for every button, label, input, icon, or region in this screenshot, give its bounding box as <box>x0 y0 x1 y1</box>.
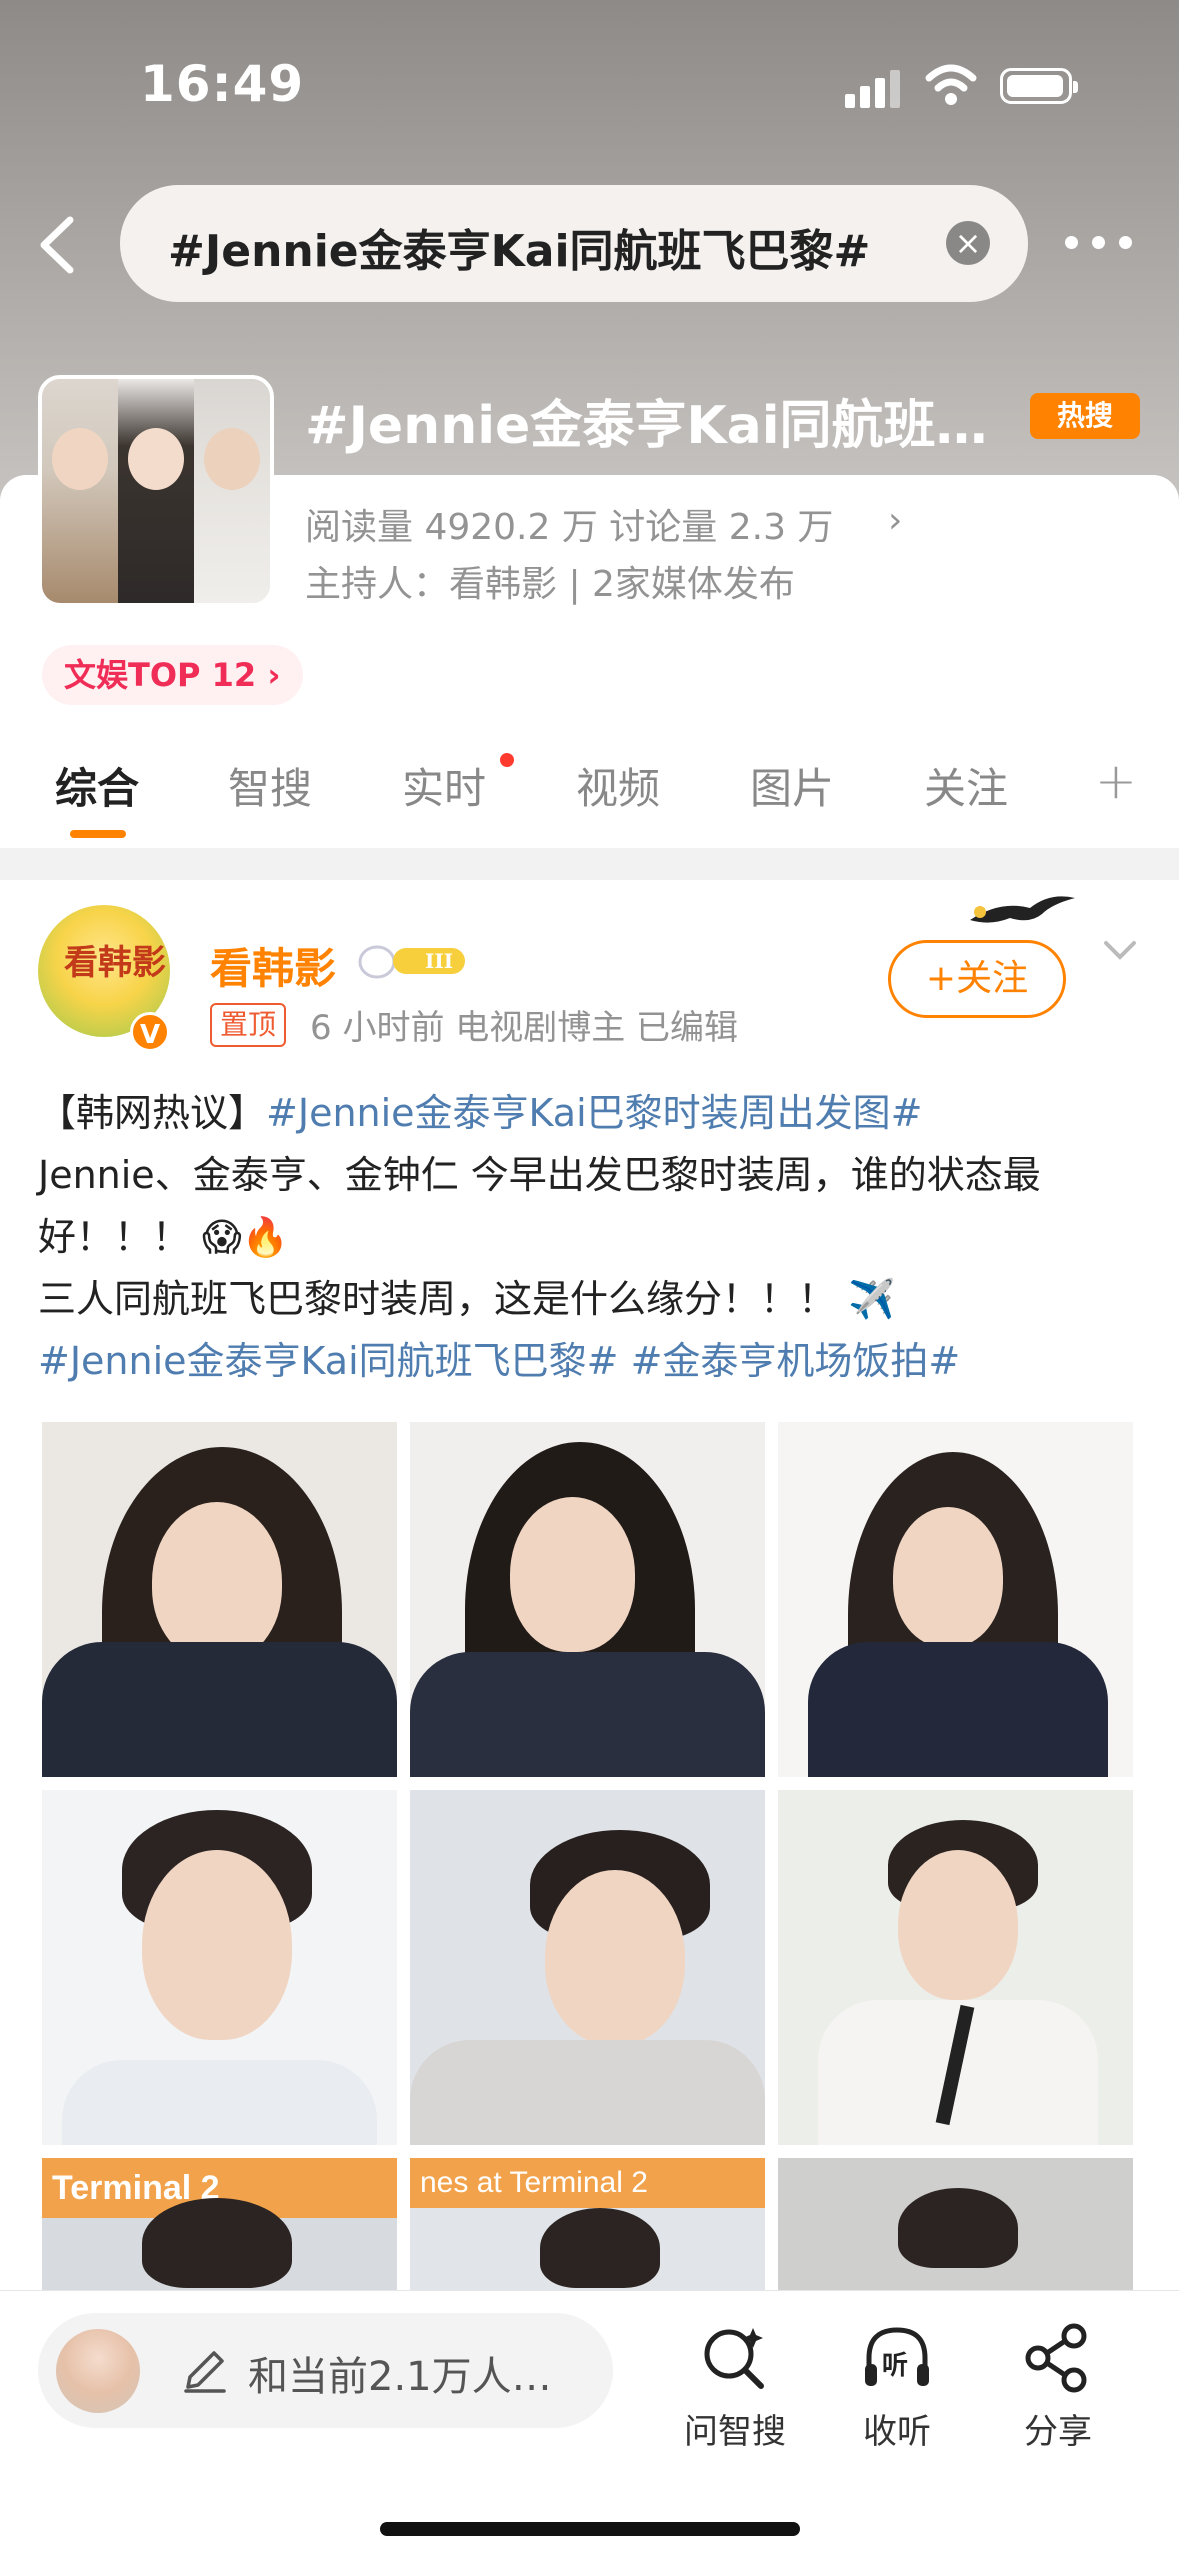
post-line-4: #Jennie金泰亨Kai同航班飞巴黎# #金泰亨机场饭拍# <box>38 1330 1148 1392</box>
cellular-signal-icon <box>845 68 905 108</box>
post-meta: 6 小时前 电视剧博主 已编辑 <box>310 1008 739 1048</box>
share-label: 分享 <box>1024 2412 1092 2452</box>
hot-search-badge[interactable]: 热搜 <box>1030 393 1140 439</box>
tab-realtime[interactable]: 实时 <box>402 755 486 816</box>
post-photo[interactable] <box>410 1422 765 1777</box>
listen-button[interactable]: 听 收听 <box>832 2318 962 2453</box>
clear-search-button[interactable]: × <box>946 221 990 265</box>
post-author-name[interactable]: 看韩影 <box>210 935 336 996</box>
pencil-icon <box>184 2351 226 2393</box>
post-photo[interactable] <box>410 1790 765 2145</box>
search-input[interactable]: #Jennie金泰亨Kai同航班飞巴黎# × <box>120 185 1028 302</box>
tab-overall[interactable]: 综合 <box>55 755 139 816</box>
post-photo[interactable] <box>42 1422 397 1777</box>
share-icon <box>1025 2323 1087 2393</box>
search-query: #Jennie金泰亨Kai同航班飞巴黎# <box>168 226 871 277</box>
post-photo[interactable] <box>42 1790 397 2145</box>
post-prefix: 【韩网热议】 <box>38 1091 267 1135</box>
photo-caption: nes at Terminal 2 <box>410 2158 765 2208</box>
back-arrow-icon[interactable] <box>30 210 90 280</box>
avatar-text: 看韩影 <box>64 943 166 983</box>
status-bar: 16:49 <box>0 0 1179 170</box>
swallow-decoration-icon <box>970 896 1075 923</box>
headphones-icon: 听 <box>865 2327 929 2386</box>
battery-icon <box>1000 68 1078 104</box>
post-line-1: 【韩网热议】#Jennie金泰亨Kai巴黎时装周出发图# <box>38 1082 1148 1144</box>
post-photo[interactable] <box>778 1790 1133 2145</box>
active-tab-indicator <box>70 830 126 838</box>
listen-label: 收听 <box>863 2412 931 2452</box>
post-line-3: 三人同航班飞巴黎时装周，这是什么缘分！！！ ✈️ <box>38 1277 896 1321</box>
smart-search-icon <box>704 2328 764 2389</box>
tab-video[interactable]: 视频 <box>576 755 660 816</box>
wifi-icon <box>925 64 977 105</box>
hot-search-label: 热搜 <box>1056 399 1113 432</box>
share-button[interactable]: 分享 <box>993 2318 1123 2453</box>
topic-host[interactable]: 主持人：看韩影 | 2家媒体发布 <box>305 555 795 607</box>
rank-badge[interactable]: 文娱TOP 12 › <box>42 645 303 705</box>
hashtag-link[interactable]: #Jennie金泰亨Kai同航班飞巴黎# <box>38 1339 618 1383</box>
status-time: 16:49 <box>140 55 305 113</box>
topic-stats[interactable]: 阅读量 4920.2 万 讨论量 2.3 万 <box>305 498 833 550</box>
topic-thumbnail[interactable] <box>38 375 274 607</box>
chevron-right-icon[interactable]: › <box>888 500 902 541</box>
hashtag-link[interactable]: #金泰亨机场饭拍# <box>631 1339 961 1383</box>
chevron-down-icon[interactable] <box>1100 935 1140 965</box>
topic-title: #Jennie金泰亨Kai同航班… <box>305 396 988 456</box>
smart-search-button[interactable]: 问智搜 <box>670 2318 800 2453</box>
post-text: 【韩网热议】#Jennie金泰亨Kai巴黎时装周出发图# Jennie、金泰亨、… <box>38 1082 1148 1392</box>
post-photo[interactable] <box>778 1422 1133 1777</box>
tab-smart-search[interactable]: 智搜 <box>228 755 312 816</box>
user-avatar <box>56 2329 140 2413</box>
follow-button[interactable]: +关注 <box>888 940 1066 1018</box>
more-options-icon[interactable] <box>1065 228 1145 258</box>
pinned-badge: 置顶 <box>210 1003 287 1047</box>
svg-text:听: 听 <box>882 2351 908 2381</box>
member-level-icon: III <box>358 945 465 979</box>
tab-following[interactable]: 关注 <box>924 755 1008 816</box>
home-indicator[interactable] <box>380 2522 800 2536</box>
hashtag-link[interactable]: #Jennie金泰亨Kai巴黎时装周出发图# <box>266 1091 922 1135</box>
rank-label: 文娱TOP 12 <box>64 656 257 694</box>
tab-images[interactable]: 图片 <box>750 755 834 816</box>
post-line-2: Jennie、金泰亨、金钟仁 今早出发巴黎时装周，谁的状态最好！！！ 😱🔥 <box>38 1153 1041 1259</box>
add-tab-icon[interactable]: + <box>1095 752 1137 810</box>
svg-text:III: III <box>425 949 453 973</box>
comment-compose-input[interactable]: 和当前2.1万人… <box>38 2313 613 2428</box>
photo-grid: Terminal 2 nes at Terminal 2 <box>42 1422 1137 2513</box>
realtime-notification-dot <box>500 753 514 767</box>
tab-bar: 综合 智搜 实时 视频 图片 关注 <box>0 755 1179 845</box>
smart-search-label: 问智搜 <box>684 2412 786 2452</box>
compose-placeholder: 和当前2.1万人… <box>248 2354 552 2400</box>
verified-badge-icon: V <box>130 1012 170 1052</box>
section-divider <box>0 848 1179 880</box>
